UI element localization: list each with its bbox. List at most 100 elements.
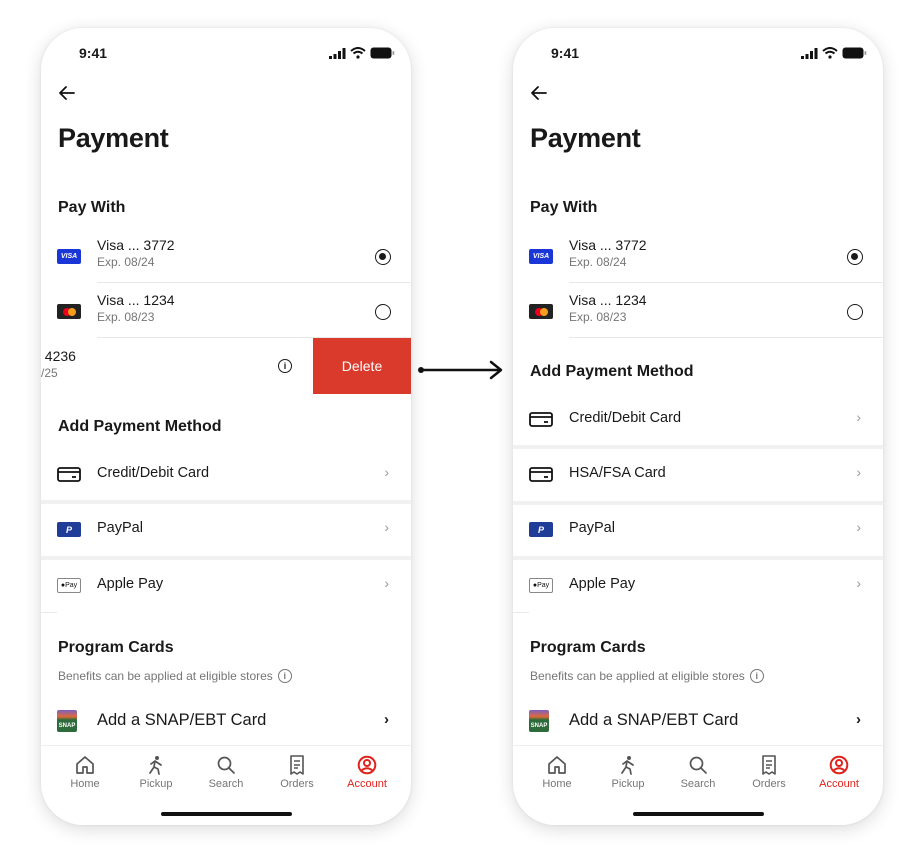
mastercard-logo-icon	[57, 304, 81, 319]
divider	[513, 612, 529, 613]
card-name: Visa ... 3772	[569, 237, 647, 253]
add-method-row[interactable]: ● Pay Apple Pay ›	[41, 560, 411, 612]
page-title: Payment	[58, 123, 169, 153]
apple-pay-text: Pay	[65, 582, 78, 589]
tab-label: Pickup	[139, 778, 173, 790]
chevron-right-icon: ›	[856, 711, 861, 728]
tab-account[interactable]: Account	[337, 754, 397, 790]
add-method-row[interactable]: ● Pay Apple Pay ›	[513, 560, 883, 612]
saved-card-row[interactable]: Visa ... 1234 Exp. 08/23	[41, 284, 411, 336]
battery-icon	[842, 47, 867, 59]
delete-button[interactable]: Delete	[313, 338, 411, 394]
saved-card-row[interactable]: VISA Visa ... 3772 Exp. 08/24	[513, 231, 883, 283]
home-icon	[76, 756, 94, 774]
add-payment-method-heading: Add Payment Method	[58, 418, 222, 435]
status-icons	[801, 47, 867, 59]
chevron-right-icon: ›	[856, 464, 861, 480]
back-arrow-icon[interactable]	[529, 83, 549, 103]
add-snap-card-row[interactable]: SNAP Add a SNAP/EBT Card ›	[513, 700, 883, 744]
card-name: . 4236	[41, 348, 76, 364]
program-subtitle-text: Benefits can be applied at eligible stor…	[530, 669, 745, 683]
card-expiry: Exp. 08/24	[569, 255, 627, 269]
card-radio-selected[interactable]	[847, 249, 863, 265]
program-cards-heading: Program Cards	[58, 639, 174, 656]
pay-with-heading: Pay With	[58, 199, 126, 216]
tab-label: Orders	[752, 778, 786, 790]
hsa-card-icon	[529, 467, 553, 482]
method-label: HSA/FSA Card	[569, 465, 666, 481]
account-icon	[357, 755, 377, 775]
tab-search[interactable]: Search	[196, 754, 256, 790]
mastercard-logo-icon	[529, 304, 553, 319]
status-bar: 9:41	[41, 28, 411, 78]
program-subtitle-text: Benefits can be applied at eligible stor…	[58, 669, 273, 683]
credit-card-icon	[529, 412, 553, 427]
status-icons	[329, 47, 395, 59]
tab-orders[interactable]: Orders	[267, 754, 327, 790]
add-payment-method-heading: Add Payment Method	[530, 363, 694, 380]
tab-account[interactable]: Account	[809, 754, 869, 790]
tab-label: Orders	[280, 778, 314, 790]
status-time: 9:41	[551, 45, 580, 61]
tab-search[interactable]: Search	[668, 754, 728, 790]
account-icon	[829, 755, 849, 775]
pay-with-heading: Pay With	[530, 199, 598, 216]
page-title: Payment	[530, 123, 641, 153]
program-cards-heading: Program Cards	[530, 639, 646, 656]
chevron-right-icon: ›	[856, 519, 861, 535]
divider	[569, 282, 883, 283]
tab-pickup[interactable]: Pickup	[126, 754, 186, 790]
tab-pickup[interactable]: Pickup	[598, 754, 658, 790]
snap-label: Add a SNAP/EBT Card	[569, 711, 739, 729]
add-method-row[interactable]: Credit/Debit Card ›	[41, 448, 411, 500]
add-method-row[interactable]: P PayPal ›	[513, 504, 883, 556]
home-icon	[548, 756, 566, 774]
card-expiry: Exp. 08/24	[97, 255, 155, 269]
chevron-right-icon: ›	[384, 711, 389, 728]
paypal-icon: P	[529, 522, 553, 537]
tab-home[interactable]: Home	[55, 754, 115, 790]
add-method-row[interactable]: P PayPal ›	[41, 504, 411, 556]
tab-label: Home	[542, 778, 572, 790]
orders-icon	[290, 755, 304, 775]
saved-card-row[interactable]: VISA Visa ... 3772 Exp. 08/24	[41, 231, 411, 283]
add-snap-card-row[interactable]: SNAP Add a SNAP/EBT Card ›	[41, 700, 411, 744]
tab-label: Account	[347, 778, 387, 790]
status-bar: 9:41	[513, 28, 883, 78]
wifi-icon	[822, 47, 838, 59]
tab-label: Search	[680, 778, 716, 790]
signal-icon	[329, 47, 346, 59]
search-icon	[689, 756, 707, 774]
tab-home[interactable]: Home	[527, 754, 587, 790]
method-label: Apple Pay	[569, 576, 636, 592]
divider	[569, 337, 883, 338]
info-icon[interactable]: i	[277, 669, 292, 683]
visa-logo-icon: VISA	[529, 249, 553, 264]
back-arrow-icon[interactable]	[57, 83, 77, 103]
program-cards-subtitle: Benefits can be applied at eligible stor…	[58, 669, 292, 683]
add-method-row[interactable]: Credit/Debit Card ›	[513, 393, 883, 445]
info-icon[interactable]: i	[749, 669, 764, 683]
home-indicator	[633, 812, 764, 816]
method-label: Credit/Debit Card	[97, 465, 210, 481]
info-icon[interactable]: i	[278, 359, 292, 373]
tab-orders[interactable]: Orders	[739, 754, 799, 790]
status-time: 9:41	[79, 45, 108, 61]
card-radio-unselected[interactable]	[375, 304, 391, 320]
chevron-right-icon: ›	[856, 575, 861, 591]
card-expiry: Exp. 08/23	[569, 310, 627, 324]
snap-label: Add a SNAP/EBT Card	[97, 711, 267, 729]
saved-card-row[interactable]: Visa ... 1234 Exp. 08/23	[513, 284, 883, 336]
wifi-icon	[350, 47, 366, 59]
search-icon	[217, 756, 235, 774]
swiped-card-row[interactable]: . 4236 )/25 i Delete	[41, 338, 411, 394]
battery-icon	[370, 47, 395, 59]
apple-pay-text: Pay	[537, 582, 550, 589]
card-radio-unselected[interactable]	[847, 304, 863, 320]
add-method-row[interactable]: HSA/FSA Card ›	[513, 449, 883, 501]
program-cards-subtitle: Benefits can be applied at eligible stor…	[530, 669, 764, 683]
card-radio-selected[interactable]	[375, 249, 391, 265]
home-indicator	[161, 812, 292, 816]
divider	[41, 612, 57, 613]
visa-logo-icon: VISA	[57, 249, 81, 264]
